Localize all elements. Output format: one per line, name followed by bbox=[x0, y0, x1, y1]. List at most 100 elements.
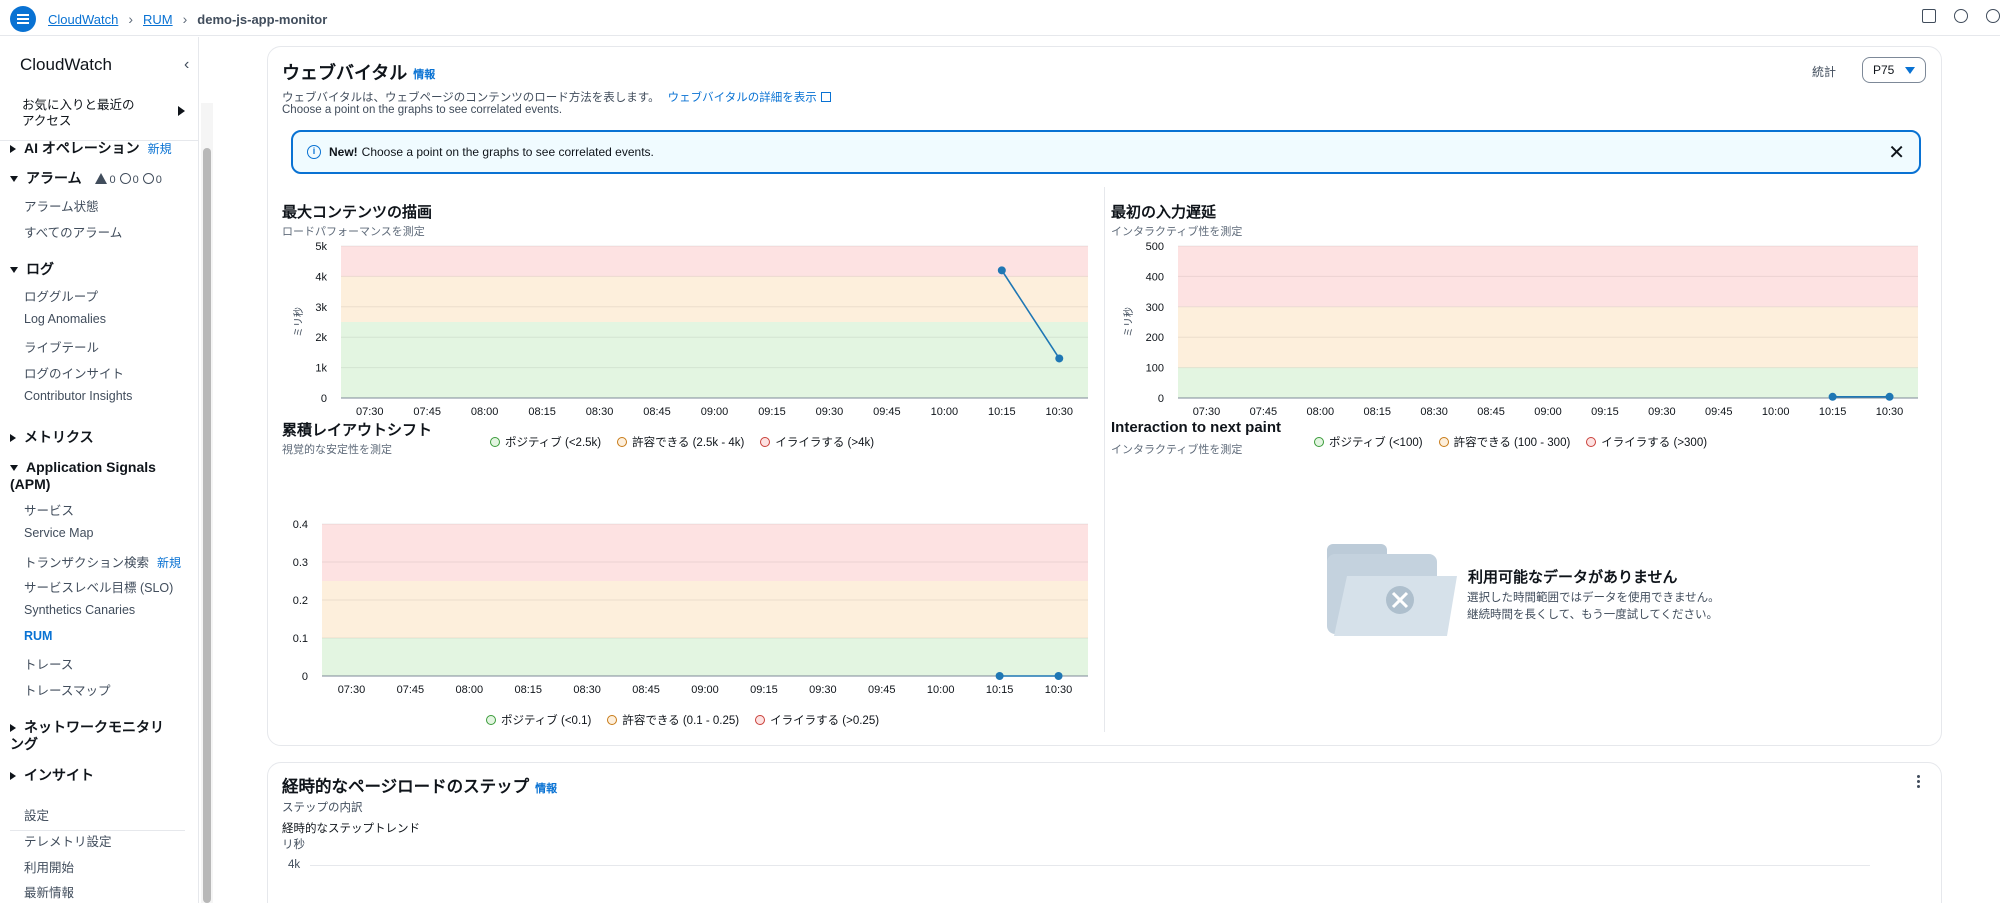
x-tick-label: 09:15 bbox=[758, 406, 786, 418]
cls-subtitle: 視覚的な安定性を測定 bbox=[282, 444, 392, 456]
fid-subtitle: インタラクティブ性を測定 bbox=[1111, 226, 1243, 238]
chevron-left-icon[interactable]: ‹ bbox=[184, 56, 189, 74]
favorites-recent[interactable]: お気に入りと最近のアクセス bbox=[22, 97, 142, 129]
x-tick-label: 09:15 bbox=[750, 684, 778, 696]
cls-title: 累積レイアウトシフト bbox=[282, 422, 433, 439]
breadcrumb-rum[interactable]: RUM bbox=[143, 12, 173, 27]
fid-legend: ポジティブ (<100) 許容できる (100 - 300) イライラする (>… bbox=[1314, 434, 1707, 450]
y-tick-label: 4k bbox=[315, 271, 327, 283]
sidebar-section-ai-operations[interactable]: AI オペレーション 新規 bbox=[10, 138, 172, 158]
sidebar-item-live-tail[interactable]: ライブテール bbox=[24, 337, 99, 356]
web-vitals-details-link[interactable]: ウェブバイタルの詳細を表示 bbox=[668, 92, 831, 104]
sidebar-item-synthetics[interactable]: Synthetics Canaries bbox=[24, 603, 135, 617]
breadcrumb-current: demo-js-app-monitor bbox=[197, 11, 328, 27]
info-icon[interactable] bbox=[1954, 9, 1968, 23]
sidebar-section-alarms[interactable]: アラーム 000 bbox=[10, 168, 162, 188]
no-data-line-2: 継続時間を長くして、もう一度試してください。 bbox=[1467, 609, 1719, 621]
sidebar-item-getting-started[interactable]: 利用開始 bbox=[24, 857, 74, 876]
sidebar-item-log-anomalies[interactable]: Log Anomalies bbox=[24, 312, 106, 326]
web-vitals-hint: Choose a point on the graphs to see corr… bbox=[282, 104, 563, 116]
fid-chart[interactable]: 0 100 200 300 400 500 07:30 07:45 08:00 08:15 08:3… bbox=[1110, 240, 1930, 420]
band-frustrating bbox=[341, 246, 1088, 277]
info-link[interactable]: 情報 bbox=[535, 783, 557, 795]
info-link[interactable]: 情報 bbox=[413, 69, 435, 81]
breadcrumb-cloudwatch[interactable]: CloudWatch bbox=[48, 12, 118, 27]
sidebar-item-telemetry-settings[interactable]: テレメトリ設定 bbox=[24, 831, 112, 850]
y-axis-label: ミリ秒 bbox=[292, 307, 305, 337]
chevron-right-icon: › bbox=[128, 11, 133, 27]
info-flashbar: i New! Choose a point on the graphs to se… bbox=[291, 130, 1921, 174]
x-tick-label: 08:00 bbox=[1307, 406, 1335, 418]
caret-down-icon bbox=[1905, 67, 1915, 74]
menu-icon[interactable] bbox=[10, 6, 36, 32]
sidebar: CloudWatch ‹ お気に入りと最近のアクセス AI オペレーション 新規 … bbox=[0, 37, 199, 903]
y-tick-label: 0.4 bbox=[293, 519, 308, 531]
statistic-label: 統計 bbox=[1811, 65, 1836, 79]
sidebar-item-services[interactable]: サービス bbox=[24, 500, 74, 519]
lcp-chart[interactable]: 0 1k 2k 3k 4k 5k 07:30 07:45 08:00 08:15 08:30 08:4… bbox=[280, 240, 1100, 420]
lcp-legend: ポジティブ (<2.5k) 許容できる (2.5k - 4k) イライラする (… bbox=[490, 434, 874, 450]
x-tick-label: 07:30 bbox=[1193, 406, 1221, 418]
x-tick-label: 08:45 bbox=[632, 684, 660, 696]
legend-item-acceptable: 許容できる (0.1 - 0.25) bbox=[607, 712, 739, 728]
sidebar-item-traces[interactable]: トレース bbox=[24, 654, 73, 673]
sidebar-item-log-groups[interactable]: ロググループ bbox=[24, 286, 98, 305]
sidebar-section-network[interactable]: ネットワークモニタリング bbox=[10, 719, 170, 753]
more-actions-icon[interactable] bbox=[1917, 775, 1921, 790]
sidebar-item-whats-new[interactable]: 最新情報 bbox=[24, 882, 74, 901]
statistic-select[interactable]: P75 bbox=[1862, 57, 1926, 83]
sidebar-item-contributor-insights[interactable]: Contributor Insights bbox=[24, 389, 132, 403]
check-circle-icon bbox=[119, 173, 131, 184]
x-tick-label: 10:15 bbox=[986, 684, 1014, 696]
sidebar-item-slo[interactable]: サービスレベル目標 (SLO) bbox=[24, 577, 173, 596]
sidebar-item-settings[interactable]: 設定 bbox=[24, 805, 49, 824]
legend-item-frustrating: イライラする (>0.25) bbox=[755, 712, 879, 728]
inp-subtitle: インタラクティブ性を測定 bbox=[1111, 444, 1243, 456]
sidebar-item-rum[interactable]: RUM bbox=[24, 629, 52, 643]
sidebar-item-logs-insights[interactable]: ログのインサイト bbox=[24, 363, 124, 382]
legend-item-frustrating: イライラする (>300) bbox=[1586, 434, 1707, 450]
no-data-title: 利用可能なデータがありません bbox=[1468, 569, 1678, 586]
sidebar-item-alarm-state[interactable]: アラーム状態 bbox=[24, 196, 99, 215]
lcp-title: 最大コンテンツの描画 bbox=[282, 204, 433, 221]
sidebar-scrollbar-thumb[interactable] bbox=[203, 148, 211, 903]
y-tick-label: 5k bbox=[315, 241, 327, 253]
data-point bbox=[1885, 392, 1894, 401]
y-tick-label: 200 bbox=[1146, 332, 1164, 344]
sidebar-section-insights[interactable]: インサイト bbox=[10, 765, 94, 785]
caret-right-icon[interactable] bbox=[178, 106, 185, 116]
x-tick-label: 08:30 bbox=[573, 684, 601, 696]
panel-toggle-icon[interactable] bbox=[1922, 9, 1936, 23]
sidebar-item-transaction-search[interactable]: トランザクション検索 新規 bbox=[24, 552, 181, 571]
x-tick-label: 09:00 bbox=[1534, 406, 1562, 418]
x-tick-label: 10:15 bbox=[1819, 406, 1847, 418]
x-tick-label: 09:15 bbox=[1591, 406, 1619, 418]
sidebar-section-metrics[interactable]: メトリクス bbox=[10, 427, 94, 447]
legend-item-frustrating: イライラする (>4k) bbox=[760, 434, 874, 450]
cls-chart[interactable]: 0 0.1 0.2 0.3 0.4 07:30 07:45 08:00 08:15 08:30 08… bbox=[280, 518, 1100, 698]
sidebar-item-all-alarms[interactable]: すべてのアラーム bbox=[24, 222, 122, 241]
y-axis-label: ミリ秒 bbox=[1122, 307, 1135, 337]
close-icon[interactable]: ✕ bbox=[1888, 140, 1905, 165]
gridline bbox=[310, 865, 1870, 866]
settings-icon[interactable] bbox=[1986, 9, 2000, 23]
sidebar-title: CloudWatch bbox=[20, 55, 112, 74]
x-tick-label: 08:45 bbox=[643, 406, 671, 418]
x-tick-label: 09:30 bbox=[809, 684, 837, 696]
y-tick-label: 500 bbox=[1146, 241, 1164, 253]
sidebar-item-service-map[interactable]: Service Map bbox=[24, 526, 93, 540]
step-trend-ylabel: リ秒 bbox=[282, 839, 305, 851]
sidebar-section-apm[interactable]: Application Signals (APM) bbox=[10, 459, 160, 493]
divider bbox=[1104, 187, 1105, 732]
band-acceptable bbox=[322, 581, 1088, 638]
x-tick-label: 08:00 bbox=[456, 684, 484, 696]
x-tick-label: 08:00 bbox=[471, 406, 499, 418]
x-tick-label: 08:15 bbox=[1363, 406, 1391, 418]
new-badge: 新規 bbox=[157, 556, 182, 570]
sidebar-item-trace-map[interactable]: トレースマップ bbox=[24, 680, 111, 699]
x-tick-label: 09:30 bbox=[816, 406, 844, 418]
lcp-subtitle: ロードパフォーマンスを測定 bbox=[282, 226, 425, 238]
x-tick-label: 09:45 bbox=[873, 406, 901, 418]
sidebar-section-logs[interactable]: ログ bbox=[10, 259, 54, 279]
inp-title: Interaction to next paint bbox=[1111, 419, 1282, 436]
